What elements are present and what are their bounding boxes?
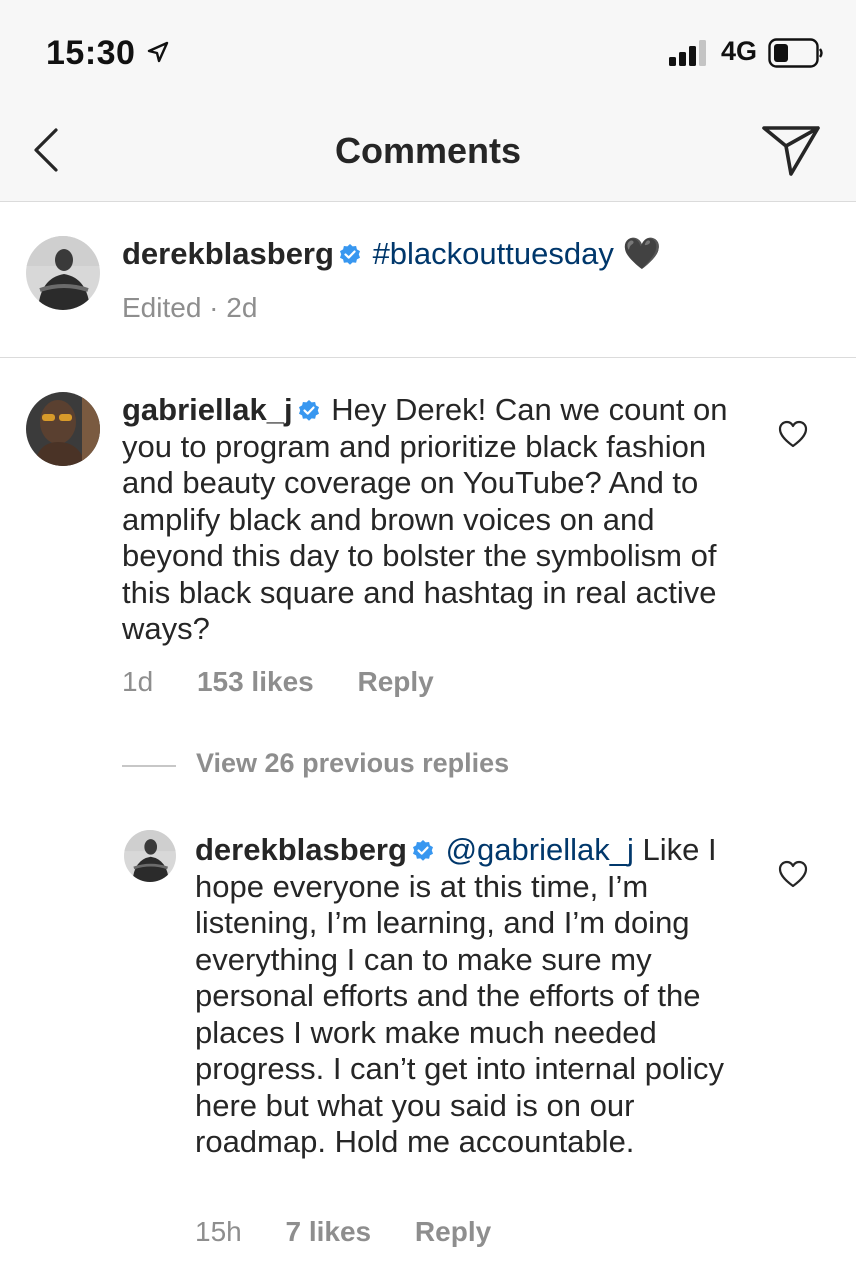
navigation-bar: Comments xyxy=(0,100,856,202)
view-replies-label: View 26 previous replies xyxy=(196,748,510,778)
reply-meta: 15h 7 likes Reply xyxy=(195,1216,527,1248)
avatar[interactable] xyxy=(26,392,100,466)
reply-likes[interactable]: 7 likes xyxy=(286,1216,372,1247)
caption-username[interactable]: derekblasberg xyxy=(122,236,334,271)
verified-badge-icon xyxy=(412,840,433,861)
avatar[interactable] xyxy=(26,236,100,310)
page-title: Comments xyxy=(334,130,522,171)
comment-username[interactable]: gabriellak_j xyxy=(122,392,293,427)
heart-icon[interactable] xyxy=(778,860,808,888)
heart-icon[interactable] xyxy=(778,420,808,448)
reply-text: Like I hope everyone is at this time, I’… xyxy=(195,832,724,1159)
send-paper-plane-icon[interactable] xyxy=(760,122,822,178)
caption-meta: Edited · 2d xyxy=(122,292,258,323)
verified-badge-icon xyxy=(339,244,360,265)
battery-icon xyxy=(768,38,823,68)
reply-text-block: derekblasberg @gabriellak_j Like I hope … xyxy=(195,832,735,1161)
signal-icon xyxy=(669,40,706,66)
reply-time: 15h xyxy=(195,1216,242,1247)
replies-divider-line xyxy=(122,765,176,767)
reply-reply-button[interactable]: Reply xyxy=(415,1216,491,1247)
location-arrow-icon xyxy=(147,41,169,63)
reply-mention[interactable]: @gabriellak_j xyxy=(446,832,634,867)
status-time: 15:30 xyxy=(46,34,136,72)
comment-text-block: gabriellak_j Hey Derek! Can we count on … xyxy=(122,392,732,648)
black-heart-emoji: 🖤 xyxy=(622,236,662,271)
avatar[interactable] xyxy=(124,830,176,882)
network-type: 4G xyxy=(721,36,758,66)
comment-likes[interactable]: 153 likes xyxy=(197,666,314,697)
reply-username[interactable]: derekblasberg xyxy=(195,832,407,867)
caption-text-block: derekblasberg #blackouttuesday 🖤 xyxy=(122,236,822,273)
post-caption: derekblasberg #blackouttuesday 🖤 Edited … xyxy=(0,202,856,358)
status-bar: 15:30 4G xyxy=(0,0,856,100)
comment-time: 1d xyxy=(122,666,154,697)
comment-reply-button[interactable]: Reply xyxy=(358,666,434,697)
caption-hashtag[interactable]: #blackouttuesday xyxy=(373,236,614,271)
comment-text: Hey Derek! Can we count on you to progra… xyxy=(122,392,728,646)
comment-meta: 1d 153 likes Reply xyxy=(122,666,470,698)
verified-badge-icon xyxy=(298,400,319,421)
